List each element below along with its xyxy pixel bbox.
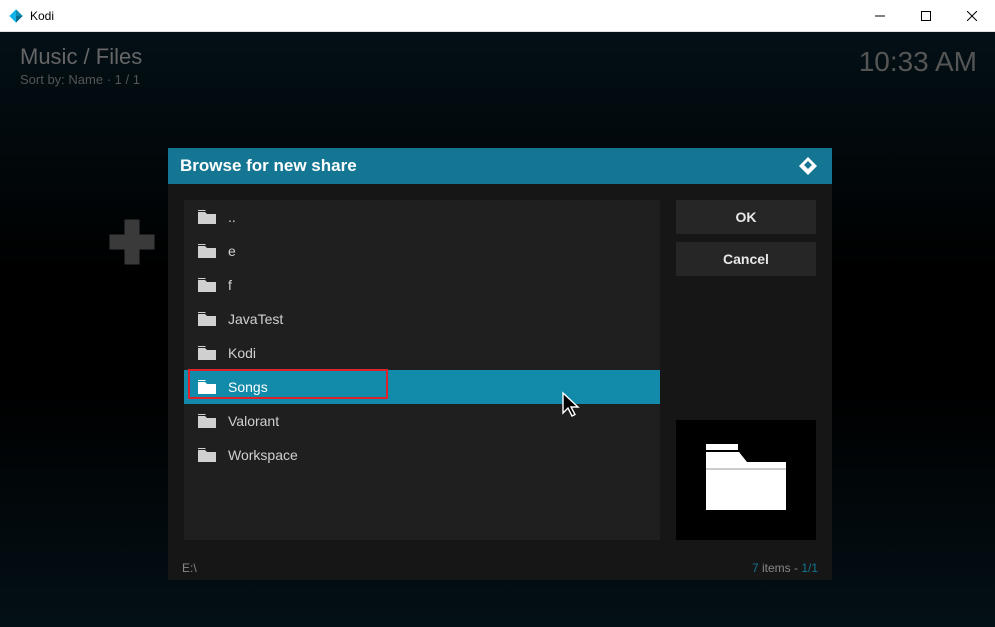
ok-button[interactable]: OK xyxy=(676,200,816,234)
list-item[interactable]: Kodi xyxy=(184,336,660,370)
list-item[interactable]: f xyxy=(184,268,660,302)
close-button[interactable] xyxy=(949,0,995,31)
dialog-body: .. e f JavaTest Kodi xyxy=(168,184,832,556)
minimize-button[interactable] xyxy=(857,0,903,31)
folder-icon xyxy=(198,210,216,224)
folder-icon xyxy=(701,444,791,516)
folder-icon xyxy=(198,278,216,292)
plus-icon xyxy=(102,212,162,272)
list-item[interactable]: .. xyxy=(184,200,660,234)
browse-dialog: Browse for new share .. e f xyxy=(168,148,832,580)
folder-icon xyxy=(198,414,216,428)
window-titlebar: Kodi xyxy=(0,0,995,32)
kodi-icon xyxy=(8,8,24,24)
folder-icon xyxy=(198,448,216,462)
item-count: 7 items - 1/1 xyxy=(752,561,818,575)
list-item-label: f xyxy=(228,277,232,293)
list-item-label: .. xyxy=(228,209,236,225)
folder-icon xyxy=(198,380,216,394)
list-item-label: Songs xyxy=(228,379,268,395)
file-list[interactable]: .. e f JavaTest Kodi xyxy=(184,200,660,540)
preview-thumbnail xyxy=(676,420,816,540)
list-item[interactable]: Workspace xyxy=(184,438,660,472)
folder-icon xyxy=(198,312,216,326)
dialog-footer: E:\ 7 items - 1/1 xyxy=(168,556,832,580)
list-item-label: Valorant xyxy=(228,413,279,429)
dialog-title: Browse for new share xyxy=(180,156,796,176)
kodi-logo-icon xyxy=(796,154,820,178)
breadcrumb: Music / Files xyxy=(20,44,142,70)
list-item-label: e xyxy=(228,243,236,259)
list-item-label: Workspace xyxy=(228,447,298,463)
clock: 10:33 AM xyxy=(859,46,977,78)
current-path: E:\ xyxy=(182,561,752,575)
dialog-header: Browse for new share xyxy=(168,148,832,184)
folder-icon xyxy=(198,244,216,258)
app-content: Music / Files Sort by: Name · 1 / 1 10:3… xyxy=(0,32,995,627)
list-item[interactable]: e xyxy=(184,234,660,268)
dialog-right-panel: OK Cancel xyxy=(676,200,816,540)
window-controls xyxy=(857,0,995,31)
list-item-label: JavaTest xyxy=(228,311,283,327)
folder-icon xyxy=(198,346,216,360)
list-item[interactable]: JavaTest xyxy=(184,302,660,336)
sort-indicator: Sort by: Name · 1 / 1 xyxy=(20,72,140,87)
list-item[interactable]: Valorant xyxy=(184,404,660,438)
list-item-label: Kodi xyxy=(228,345,256,361)
list-item[interactable]: Songs xyxy=(184,370,660,404)
cancel-button[interactable]: Cancel xyxy=(676,242,816,276)
window-title: Kodi xyxy=(30,9,857,23)
maximize-button[interactable] xyxy=(903,0,949,31)
